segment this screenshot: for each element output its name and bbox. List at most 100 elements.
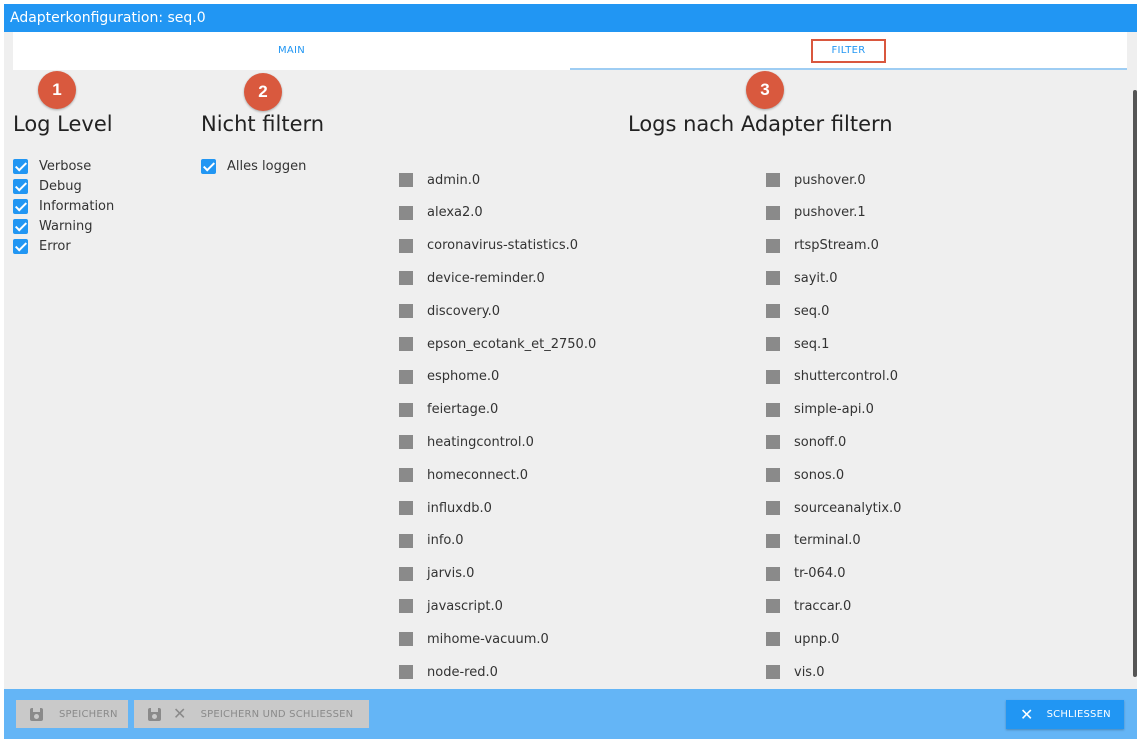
footer-bar: SPEICHERN ✕ SPEICHERN UND SCHLIESSEN ✕ S… (4, 689, 1137, 739)
adapter-filter-label: homeconnect.0 (427, 467, 529, 483)
adapter-filter-item[interactable]: esphome.0 (399, 367, 499, 387)
adapter-filter-item[interactable]: coronavirus-statistics.0 (399, 236, 578, 256)
checkbox-label: Verbose (39, 158, 92, 174)
checkbox-unchecked-icon (766, 205, 780, 220)
adapter-filter-item[interactable]: alexa2.0 (399, 203, 483, 223)
log-level-warning[interactable]: Warning (13, 216, 92, 236)
checkbox-checked-icon (13, 198, 28, 214)
checkbox-label: Error (39, 238, 71, 254)
checkbox-unchecked-icon (399, 304, 413, 319)
checkbox-unchecked-icon (399, 337, 413, 351)
checkbox-unchecked-icon (766, 402, 780, 417)
checkbox-unchecked-icon (399, 599, 413, 614)
adapter-filter-item[interactable]: feiertage.0 (399, 400, 498, 420)
adapter-filter-item[interactable]: heatingcontrol.0 (399, 432, 534, 452)
adapter-filter-item[interactable]: admin.0 (399, 170, 480, 190)
adapter-filter-item[interactable]: terminal.0 (766, 531, 861, 551)
close-icon: ✕ (1020, 704, 1034, 724)
log-level-debug[interactable]: Debug (13, 176, 82, 196)
adapter-filter-label: seq.0 (794, 303, 830, 319)
log-all-checkbox[interactable]: Alles loggen (201, 156, 306, 176)
checkbox-unchecked-icon (399, 632, 413, 647)
checkbox-unchecked-icon (399, 238, 413, 253)
adapter-filter-label: simple-api.0 (794, 402, 874, 418)
adapter-filter-item[interactable]: javascript.0 (399, 596, 503, 616)
adapter-filter-item[interactable]: vis.0 (766, 662, 824, 682)
adapter-filter-item[interactable]: device-reminder.0 (399, 268, 545, 288)
checkbox-unchecked-icon (766, 468, 780, 483)
adapter-filter-label: jarvis.0 (427, 566, 475, 582)
save-icon (148, 707, 161, 721)
tab-main[interactable]: MAIN (13, 32, 570, 70)
adapter-filter-item[interactable]: upnp.0 (766, 629, 839, 649)
adapter-filter-item[interactable]: mihome-vacuum.0 (399, 629, 549, 649)
step-badge-2: 2 (244, 73, 282, 111)
adapter-filter-item[interactable]: epson_ecotank_et_2750.0 (399, 334, 596, 354)
checkbox-unchecked-icon (399, 402, 413, 417)
adapter-filter-label: sonos.0 (794, 467, 845, 483)
adapter-filter-item[interactable]: pushover.0 (766, 170, 866, 190)
checkbox-unchecked-icon (399, 205, 413, 220)
save-and-close-button[interactable]: ✕ SPEICHERN UND SCHLIESSEN (134, 700, 369, 728)
adapter-filter-item[interactable]: rtspStream.0 (766, 236, 879, 256)
checkbox-unchecked-icon (399, 173, 413, 187)
adapter-filter-label: coronavirus-statistics.0 (427, 238, 579, 254)
tab-bar: MAIN FILTER (13, 32, 1127, 70)
close-button[interactable]: ✕ SCHLIESSEN (1006, 700, 1124, 729)
adapter-filter-label: epson_ecotank_et_2750.0 (427, 336, 597, 352)
adapter-filter-item[interactable]: homeconnect.0 (399, 465, 528, 485)
no-filter-heading: Nicht filtern (201, 112, 325, 136)
step-badge-3: 3 (746, 71, 784, 109)
tab-filter[interactable]: FILTER (570, 32, 1127, 70)
adapter-filter-item[interactable]: sonoff.0 (766, 432, 846, 452)
adapter-filter-item[interactable]: sonos.0 (766, 465, 844, 485)
adapter-filter-item[interactable]: sayit.0 (766, 268, 838, 288)
checkbox-unchecked-icon (766, 566, 780, 581)
checkbox-unchecked-icon (399, 468, 413, 483)
adapter-filter-label: vis.0 (794, 664, 825, 680)
adapter-filter-item[interactable]: influxdb.0 (399, 498, 492, 518)
adapter-filter-item[interactable]: simple-api.0 (766, 400, 874, 420)
adapter-filter-label: shuttercontrol.0 (794, 369, 898, 385)
step-badge-1: 1 (38, 71, 76, 109)
save-icon (30, 707, 43, 721)
log-level-heading: Log Level (13, 112, 113, 136)
adapter-filter-label: node-red.0 (427, 664, 498, 680)
adapter-filter-label: discovery.0 (427, 303, 501, 319)
adapter-filter-item[interactable]: traccar.0 (766, 596, 851, 616)
adapter-filter-label: terminal.0 (794, 533, 861, 549)
checkbox-unchecked-icon (766, 632, 780, 647)
checkbox-checked-icon (13, 218, 28, 234)
checkbox-label: Warning (39, 218, 93, 234)
close-button-label: SCHLIESSEN (1046, 709, 1111, 720)
adapter-filter-item[interactable]: discovery.0 (399, 301, 500, 321)
adapter-filter-label: seq.1 (794, 336, 830, 352)
vertical-scrollbar[interactable] (1133, 90, 1137, 677)
adapter-filter-label: sonoff.0 (794, 434, 847, 450)
save-button-label: SPEICHERN (59, 708, 118, 720)
checkbox-unchecked-icon (766, 665, 780, 679)
adapter-filter-item[interactable]: info.0 (399, 531, 464, 551)
adapter-filter-item[interactable]: node-red.0 (399, 662, 498, 682)
checkbox-label: Information (39, 198, 115, 214)
dialog-title: Adapterkonfiguration: seq.0 (4, 4, 1137, 32)
log-level-error[interactable]: Error (13, 236, 71, 256)
checkbox-unchecked-icon (399, 533, 413, 548)
save-button[interactable]: SPEICHERN (16, 700, 128, 728)
adapter-filter-item[interactable]: sourceanalytix.0 (766, 498, 901, 518)
checkbox-unchecked-icon (766, 599, 780, 614)
checkbox-unchecked-icon (766, 304, 780, 319)
checkbox-label: Debug (39, 178, 82, 194)
adapter-filter-item[interactable]: tr-064.0 (766, 564, 846, 584)
adapter-filter-item[interactable]: jarvis.0 (399, 564, 474, 584)
adapter-filter-item[interactable]: shuttercontrol.0 (766, 367, 898, 387)
checkbox-unchecked-icon (399, 369, 413, 384)
adapter-filter-label: admin.0 (427, 172, 481, 188)
checkbox-unchecked-icon (766, 271, 780, 286)
adapter-filter-item[interactable]: pushover.1 (766, 203, 866, 223)
adapter-filter-item[interactable]: seq.1 (766, 334, 829, 354)
checkbox-label: Alles loggen (227, 158, 307, 174)
log-level-verbose[interactable]: Verbose (13, 156, 91, 176)
log-level-information[interactable]: Information (13, 196, 114, 216)
adapter-filter-item[interactable]: seq.0 (766, 301, 829, 321)
